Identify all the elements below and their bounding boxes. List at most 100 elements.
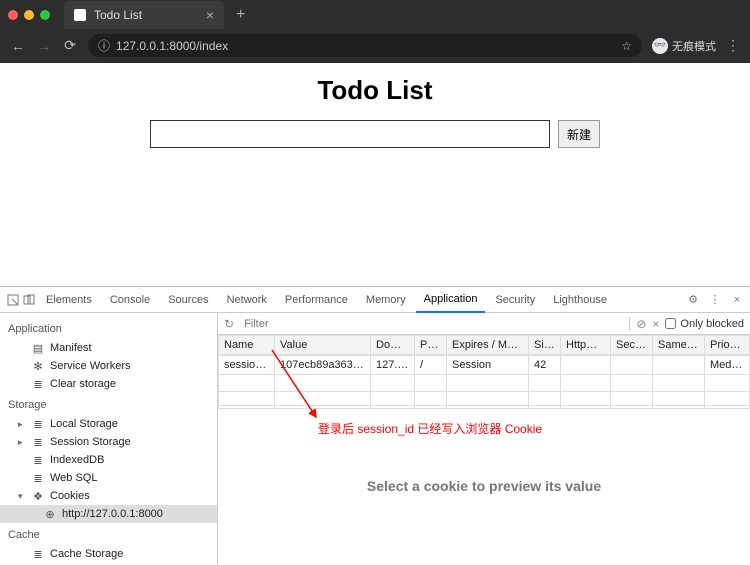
new-tab-button[interactable]: +	[230, 6, 251, 24]
sidebar-item-web-sql[interactable]: ≣Web SQL	[0, 469, 217, 487]
close-devtools-icon[interactable]: ×	[730, 294, 744, 306]
cell-priority: Medium	[705, 356, 750, 375]
devtools-tab-network[interactable]: Network	[219, 288, 275, 312]
site-info-icon[interactable]: ⓘ	[98, 37, 110, 54]
refresh-icon[interactable]: ↻	[224, 317, 234, 331]
reload-button[interactable]: ⟳	[62, 37, 78, 54]
sidebar-item-service-workers[interactable]: ✻Service Workers	[0, 357, 217, 375]
sidebar-item-cache-storage[interactable]: ≣Cache Storage	[0, 545, 217, 563]
devtools-tabbar: ElementsConsoleSourcesNetworkPerformance…	[0, 287, 750, 313]
todo-form: 新建	[0, 120, 750, 148]
address-bar-row: ← → ⟳ ⓘ 127.0.0.1:8000/index ☆ 👓 无痕模式 ⋮	[0, 30, 750, 63]
cookie-table: NameValueDomainPathExpires / Max-AgeSize…	[218, 335, 750, 355]
col-path[interactable]: Path	[415, 336, 447, 355]
db-icon: ≣	[32, 378, 44, 390]
cell-samesite	[653, 356, 705, 375]
sidebar-item-local-storage[interactable]: ▸≣Local Storage	[0, 415, 217, 433]
col-value[interactable]: Value	[275, 336, 371, 355]
db-icon: ≣	[32, 436, 44, 448]
tab-title: Todo List	[94, 8, 142, 22]
devtools-tab-performance[interactable]: Performance	[277, 288, 356, 312]
col-size[interactable]: Size	[529, 336, 561, 355]
table-row[interactable]: session_id107ecb89a3634c40...127.0.../Se…	[219, 356, 750, 375]
cell-path: /	[415, 356, 447, 375]
cookie-table-body: session_id107ecb89a3634c40...127.0.../Se…	[218, 355, 750, 409]
preview-placeholder: Select a cookie to preview its value	[367, 478, 601, 494]
settings-icon[interactable]: ⚙	[686, 294, 700, 306]
clear-icon[interactable]: ×	[652, 317, 659, 331]
cell-value: 107ecb89a3634c40...	[275, 356, 371, 375]
inspect-icon[interactable]	[6, 294, 20, 306]
sidebar-item-clear-storage[interactable]: ≣Clear storage	[0, 375, 217, 393]
tab-strip: Todo List × +	[0, 0, 750, 30]
cell-secure	[611, 356, 653, 375]
devtools-tab-application[interactable]: Application	[416, 287, 486, 313]
devtools-tab-lighthouse[interactable]: Lighthouse	[545, 288, 615, 312]
col-domain[interactable]: Domain	[371, 336, 415, 355]
page-title: Todo List	[0, 75, 750, 106]
incognito-icon: 👓	[652, 38, 668, 54]
browser-menu-icon[interactable]: ⋮	[726, 37, 740, 54]
col-expires-max-age[interactable]: Expires / Max-Age	[447, 336, 529, 355]
only-blocked-label: Only blocked	[680, 318, 744, 330]
col-secure[interactable]: Secure	[611, 336, 653, 355]
incognito-indicator: 👓 无痕模式	[652, 38, 716, 54]
sidebar-section-application: Application	[0, 317, 217, 339]
file-icon: ▤	[32, 342, 44, 354]
cookie-preview: Select a cookie to preview its value	[218, 405, 750, 565]
devtools-tab-console[interactable]: Console	[102, 288, 158, 312]
cookie-filter-input[interactable]	[240, 316, 623, 332]
cell-httponly	[561, 356, 611, 375]
devtools-tab-elements[interactable]: Elements	[38, 288, 100, 312]
db-icon: ≣	[32, 472, 44, 484]
db-icon: ≣	[32, 454, 44, 466]
todo-input[interactable]	[150, 120, 550, 148]
gear-icon: ✻	[32, 360, 44, 372]
col-priority[interactable]: Priority	[705, 336, 750, 355]
device-icon[interactable]	[22, 294, 36, 306]
only-blocked-toggle[interactable]: Only blocked	[665, 318, 744, 330]
sidebar-section-storage: Storage	[0, 393, 217, 415]
sidebar-item-cookies[interactable]: ▾❖Cookies	[0, 487, 217, 505]
browser-chrome: Todo List × + ← → ⟳ ⓘ 127.0.0.1:8000/ind…	[0, 0, 750, 63]
maximize-window-icon[interactable]	[40, 10, 50, 20]
cookies-panel: ↻ ⊘ × Only blocked NameValueDomainPathEx…	[218, 313, 750, 565]
cell-domain: 127.0...	[371, 356, 415, 375]
bookmark-icon[interactable]: ☆	[621, 39, 632, 53]
sidebar-item-session-storage[interactable]: ▸≣Session Storage	[0, 433, 217, 451]
cell-name: session_id	[219, 356, 275, 375]
close-tab-icon[interactable]: ×	[206, 7, 214, 23]
window-controls	[8, 10, 50, 20]
sidebar-item-indexeddb[interactable]: ≣IndexedDB	[0, 451, 217, 469]
minimize-window-icon[interactable]	[24, 10, 34, 20]
back-button[interactable]: ←	[10, 38, 26, 54]
more-icon[interactable]: ⋮	[708, 294, 722, 306]
forward-button[interactable]: →	[36, 38, 52, 54]
cookie-icon: ❖	[32, 490, 44, 502]
devtools-tab-sources[interactable]: Sources	[160, 288, 216, 312]
sidebar-item-manifest[interactable]: ▤Manifest	[0, 339, 217, 357]
devtools-tab-memory[interactable]: Memory	[358, 288, 414, 312]
col-name[interactable]: Name	[219, 336, 275, 355]
table-row	[219, 375, 750, 392]
sidebar-item-cookie-origin[interactable]: ⊕http://127.0.0.1:8000	[0, 505, 217, 523]
col-httponly[interactable]: HttpOnly	[561, 336, 611, 355]
browser-tab[interactable]: Todo List ×	[64, 1, 224, 29]
cell-size: 42	[529, 356, 561, 375]
block-icon[interactable]: ⊘	[636, 317, 646, 331]
tab-favicon-icon	[74, 9, 86, 21]
devtools-tab-security[interactable]: Security	[487, 288, 543, 312]
create-button[interactable]: 新建	[558, 120, 600, 148]
cookie-toolbar: ↻ ⊘ × Only blocked	[218, 313, 750, 335]
page-viewport: Todo List 新建	[0, 63, 750, 286]
only-blocked-checkbox[interactable]	[665, 318, 676, 329]
url-bar[interactable]: ⓘ 127.0.0.1:8000/index ☆	[88, 34, 642, 57]
separator	[629, 317, 630, 331]
globe-icon: ⊕	[44, 508, 56, 520]
col-samesite[interactable]: SameSite	[653, 336, 705, 355]
db-icon: ≣	[32, 418, 44, 430]
db-icon: ≣	[32, 548, 44, 560]
incognito-label: 无痕模式	[672, 38, 716, 54]
close-window-icon[interactable]	[8, 10, 18, 20]
sidebar-section-cache: Cache	[0, 523, 217, 545]
